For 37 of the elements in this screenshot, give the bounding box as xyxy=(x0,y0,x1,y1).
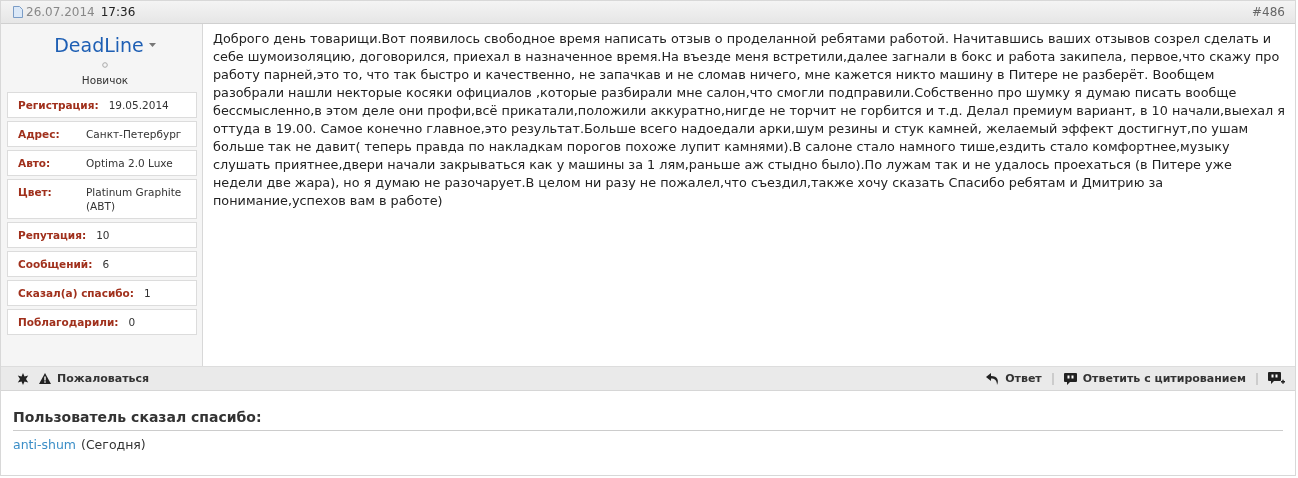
reply-arrow-button[interactable]: Ответ xyxy=(986,372,1042,385)
post-number-link[interactable]: #486 xyxy=(1252,5,1285,19)
field-value: 0 xyxy=(128,315,136,329)
field-value: 1 xyxy=(144,286,151,300)
field-label: Авто: xyxy=(18,156,52,170)
warning-icon xyxy=(39,373,51,384)
field-label: Поблагодарили: xyxy=(18,315,119,329)
field-label: Адрес: xyxy=(18,127,61,141)
user-link[interactable]: anti-shum xyxy=(13,437,76,452)
username-link[interactable]: DeadLine xyxy=(54,34,144,56)
field-label: Сообщений: xyxy=(18,257,93,271)
star-icon xyxy=(17,372,29,385)
field-label: Сказал(а) спасибо: xyxy=(18,286,135,300)
document-icon xyxy=(13,6,23,18)
quote-icon xyxy=(1063,372,1077,385)
star-button[interactable] xyxy=(17,372,29,385)
user-rank: Новичок xyxy=(80,74,130,86)
field-label: Репутация: xyxy=(18,228,87,242)
field-label: Цвет: xyxy=(18,185,53,199)
quote-button[interactable]: Ответить с цитированием xyxy=(1063,372,1246,385)
field-value: Санкт-Петербург xyxy=(86,127,182,141)
post-time: 17:36 xyxy=(100,5,136,19)
post-date: 26.07.2014 xyxy=(26,5,95,19)
post-message-text: Доброго день товарищи.Вот появилось свободное время написать отзыв о проделанной ребятами работой. Начитавшись ваших отзывов созрел сделать и себе шумоизоляцию, договорился, приехал в назначенное время.На въезде меня встретили,далее загнали в бокс и работа закипела, первое,что скажу про работу парней,это то, что так быстро и качественно, не запачкав и не сломав ничего, мне кажется никто машину в Питере не разберёт. Вообщем разобрали нашли некторые косяки официалов ,которые разбирали мне салон,что смогли подправили.Собственно про шумку я думаю писать вообще бессмысленно,в этом деле они профи,всё прикатали,положили аккуратно,нигде не торчит не горбится и т.д. Делал премиум вариант, в 10 начали,выехал я оттуда в 19.00. Самое конечно главное,это результат.Больше всего надоедали арки,шум резины и стук камней, желаемый эффект достигнут,по ушам больше так не давит( теперь правда по накладкам порогов похоже лупит камнями).В салоне стало намного тише,ездить стало комфортнее,музыку слушать приятнее,двери начали закрываться как у машины за 1 лям,раньше аж стыдно было).По лужам так и не удалось проехаться (в Питере уже недели две жара), но я думаю не разочарует.В целом ни разу не пожалел,что съездил,также хочу сказать Спасибо ребятам и Дмитрию за понимание,успехов вам в работе) xyxy=(213,30,1285,210)
quote-plus-icon xyxy=(1268,371,1285,386)
field-value: 10 xyxy=(96,228,110,242)
field-label: Регистрация: xyxy=(18,98,99,112)
field-value: Optima 2.0 Luxe xyxy=(86,156,173,170)
caret-icon[interactable] xyxy=(148,43,156,47)
field-value: 19.05.2014 xyxy=(108,98,169,112)
thanks-date: (Сегодня) xyxy=(81,437,146,452)
field-value: 6 xyxy=(102,257,110,271)
reply-arrow-icon xyxy=(986,372,1000,385)
quote-plus-button[interactable] xyxy=(1268,371,1285,386)
field-value: Platinum Graphite (ABT) xyxy=(86,185,183,213)
warning-button[interactable]: Пожаловаться xyxy=(39,372,150,385)
thanks-heading: Пользователь сказал спасибо: xyxy=(13,409,1283,431)
